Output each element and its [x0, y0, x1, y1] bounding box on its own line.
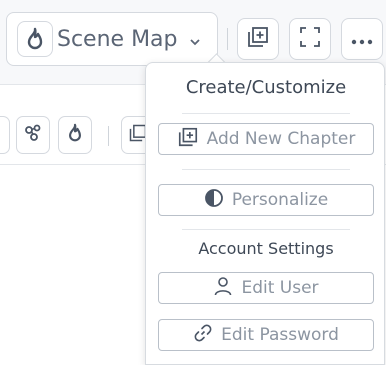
create-customize-heading: Create/Customize [185, 77, 347, 98]
toolbar-divider [108, 126, 109, 146]
edit-user-label: Edit User [241, 278, 319, 298]
menu-divider [182, 169, 350, 170]
fullscreen-button[interactable] [289, 18, 331, 60]
personalize-label: Personalize [231, 190, 329, 210]
more-icon [351, 30, 373, 49]
scene-selector[interactable]: Scene Map [6, 12, 218, 66]
flame-icon [17, 21, 53, 57]
edit-password-label: Edit Password [221, 325, 339, 345]
account-settings-heading: Account Settings [198, 239, 334, 258]
scene-tool-button[interactable] [58, 116, 92, 154]
menu-divider [182, 113, 350, 114]
fullscreen-icon [299, 26, 321, 52]
personalize-button[interactable]: Personalize [158, 184, 374, 216]
add-layer-icon [246, 25, 270, 53]
user-icon [213, 276, 233, 301]
chevron-down-icon [189, 33, 201, 52]
tool-button[interactable] [0, 116, 10, 154]
edit-user-button[interactable]: Edit User [158, 272, 374, 304]
link-icon [193, 323, 213, 348]
network-button[interactable] [16, 116, 50, 154]
more-button[interactable] [341, 18, 383, 60]
flame-icon [66, 123, 84, 147]
contrast-icon [204, 188, 224, 213]
menu-divider [182, 229, 350, 230]
edit-password-button[interactable]: Edit Password [158, 319, 374, 351]
toolbar-divider [227, 28, 228, 50]
add-layer-button[interactable] [237, 18, 279, 60]
add-new-chapter-button[interactable]: Add New Chapter [158, 123, 374, 155]
more-menu: Create/Customize Add New Chapter Persona… [145, 62, 385, 365]
network-icon [23, 123, 43, 147]
add-layer-icon [177, 126, 199, 153]
add-new-chapter-label: Add New Chapter [206, 129, 356, 149]
scene-name: Scene Map [57, 27, 178, 52]
